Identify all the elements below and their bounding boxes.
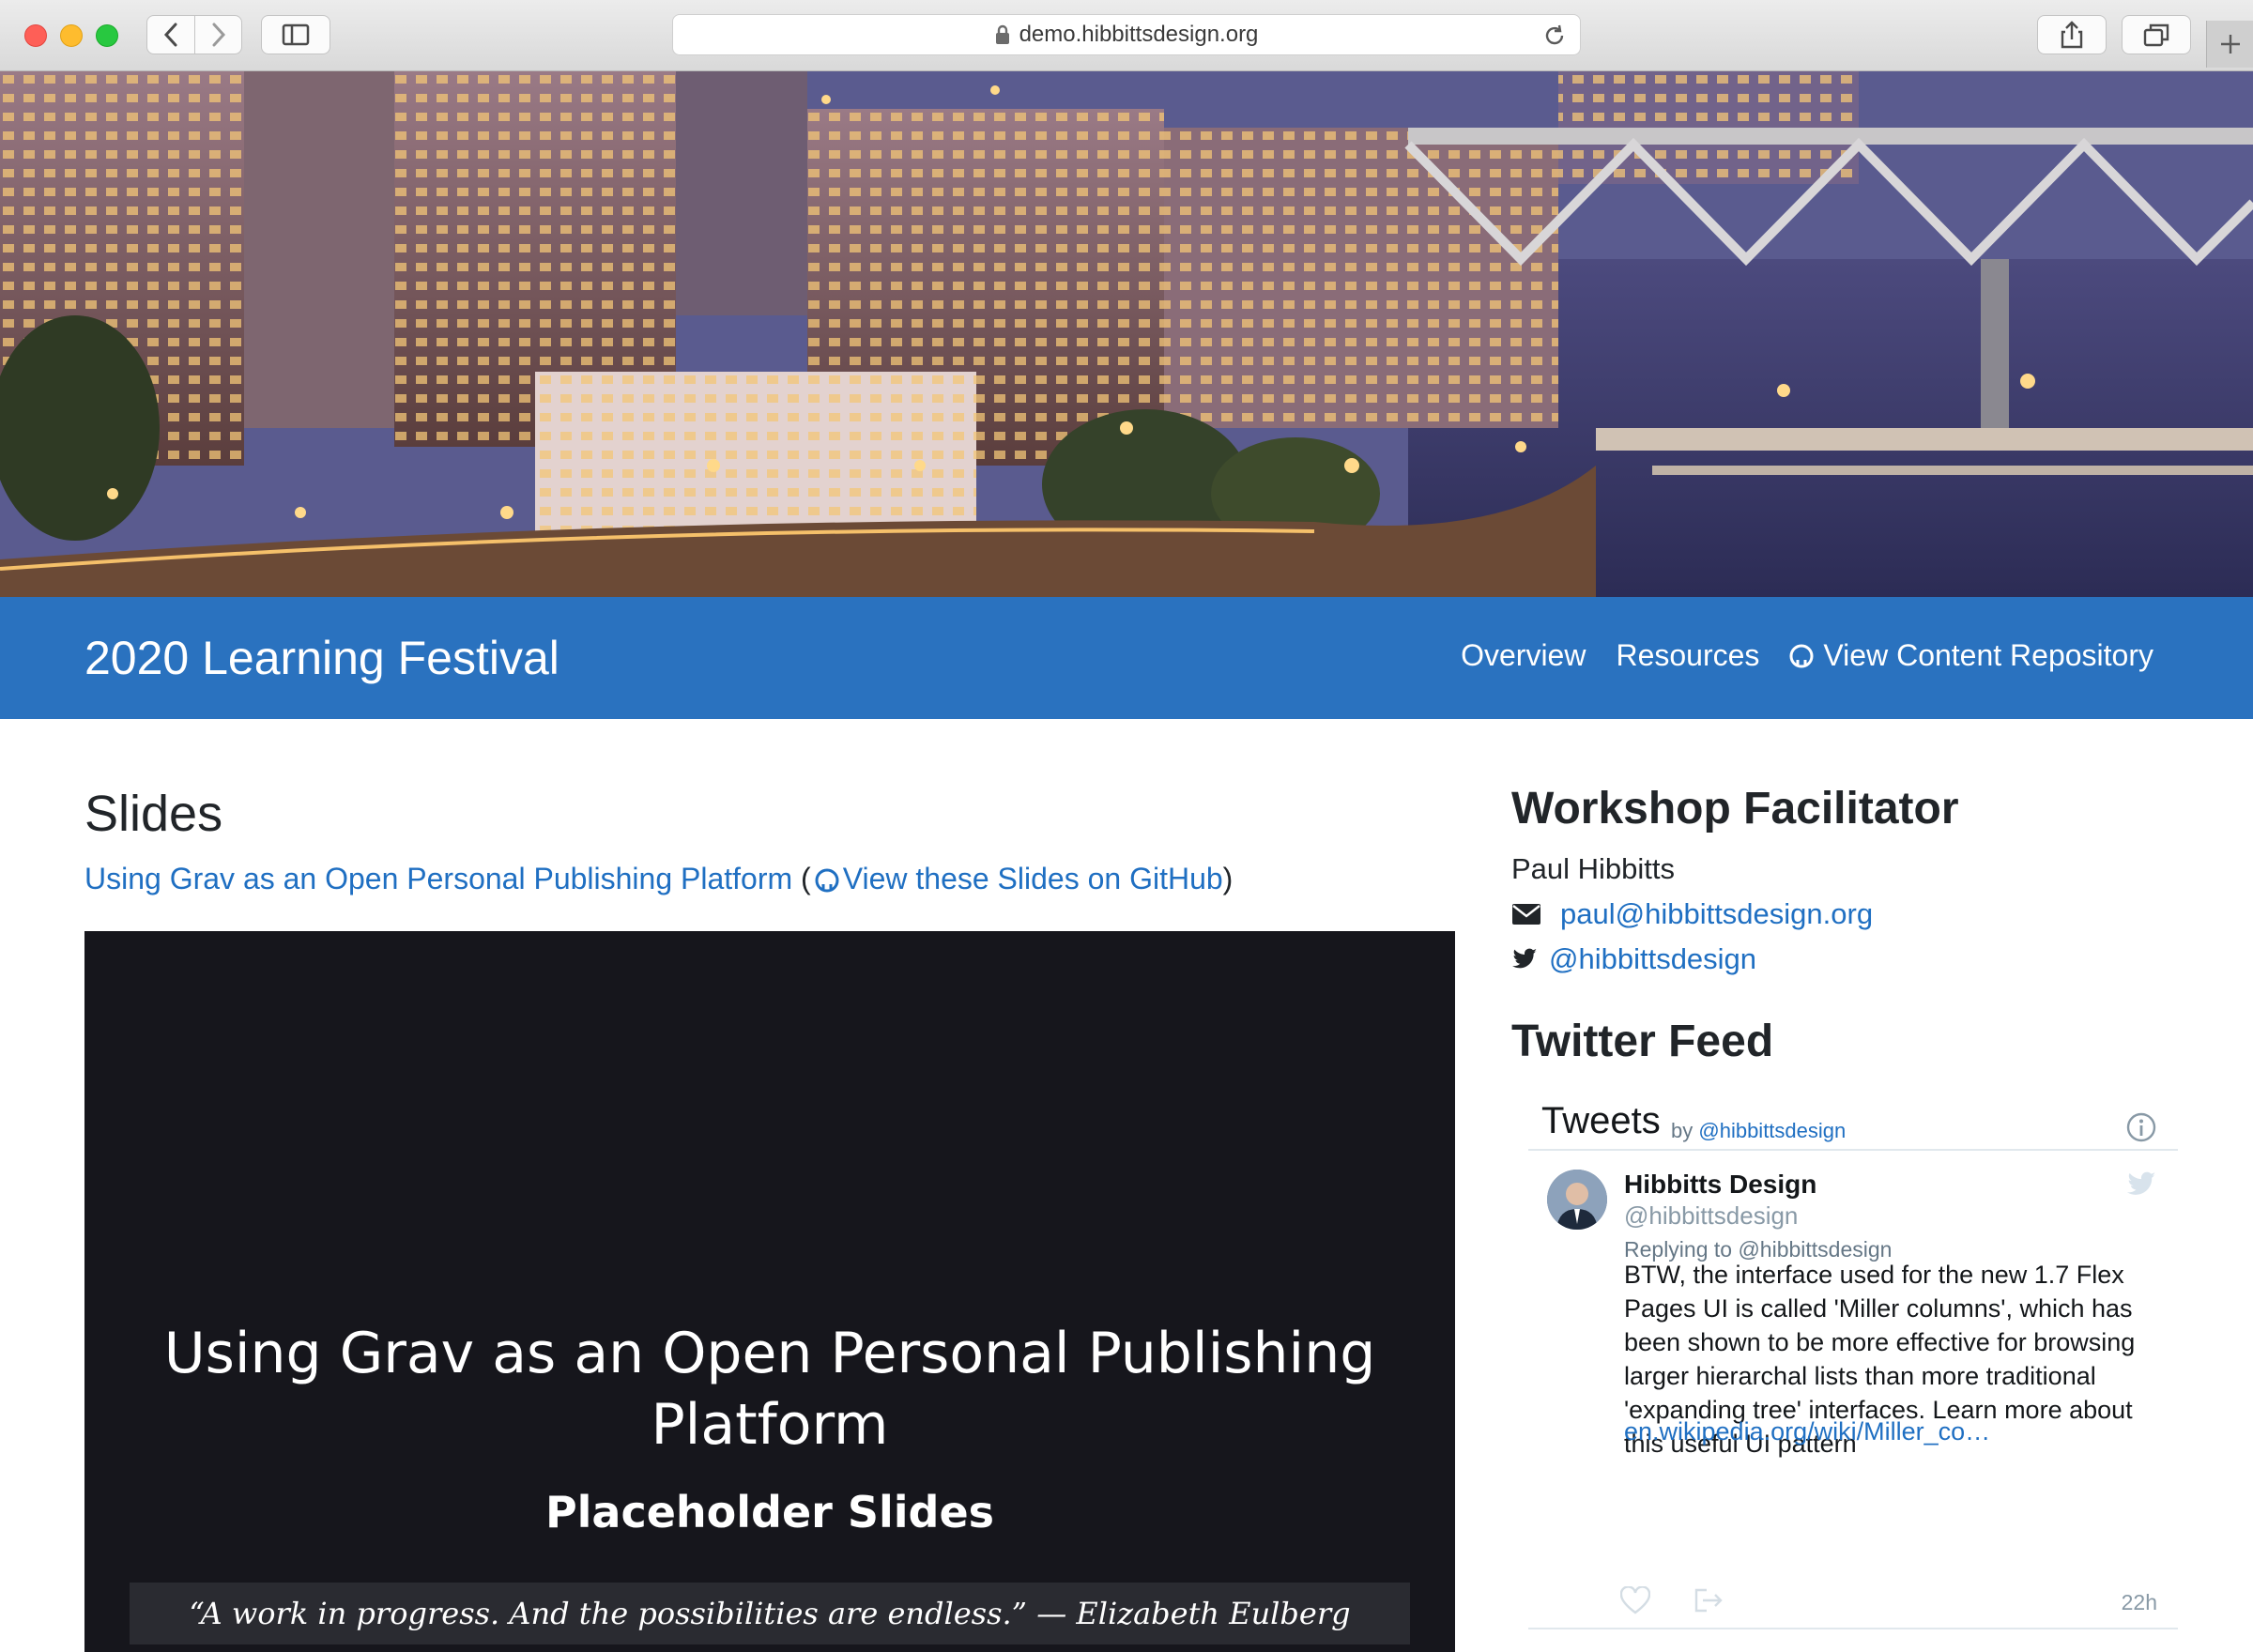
tabs-icon xyxy=(2143,23,2169,47)
github-icon xyxy=(815,868,839,893)
slide-subtitle: Placeholder Slides xyxy=(544,1487,995,1537)
back-button[interactable] xyxy=(147,16,194,54)
lock-icon xyxy=(995,24,1009,44)
twitter-widget-header: Tweets by @hibbittsdesign xyxy=(1528,1098,2178,1151)
plus-icon xyxy=(2220,35,2240,54)
paren-open: ( xyxy=(801,862,811,895)
chevron-left-icon xyxy=(163,23,177,47)
avatar[interactable] xyxy=(1547,1170,1607,1230)
tweets-by-label: by xyxy=(1671,1119,1694,1142)
twitter-feed-heading: Twitter Feed xyxy=(1511,1017,1774,1066)
twitter-bird-icon xyxy=(1512,948,1537,969)
tweet-card[interactable]: Hibbitts Design @hibbittsdesign Replying… xyxy=(1528,1160,2178,1458)
tweet-handle[interactable]: @hibbittsdesign xyxy=(1624,1201,1798,1231)
avatar-photo xyxy=(1547,1170,1607,1230)
facilitator-email-row: paul@hibbittsdesign.org xyxy=(1511,897,1873,931)
slide-title: Using Grav as an Open Personal Publishin… xyxy=(163,1321,1376,1458)
tweet-actions: 22h xyxy=(1528,1573,2178,1629)
reload-icon[interactable] xyxy=(1542,23,1567,48)
tweet-link[interactable]: en.wikipedia.org/wiki/Miller_co… xyxy=(1624,1417,1990,1446)
close-window-button[interactable] xyxy=(24,24,47,47)
minimize-window-button[interactable] xyxy=(60,24,83,47)
site-navbar: 2020 Learning Festival Overview Resource… xyxy=(0,597,2253,719)
slides-embed[interactable]: Using Grav as an Open Personal Publishin… xyxy=(84,931,1455,1652)
hero-banner-image xyxy=(0,71,2253,597)
tweet-timestamp[interactable]: 22h xyxy=(2122,1590,2157,1615)
new-tab-button[interactable] xyxy=(2206,21,2253,68)
facilitator-twitter-row: @hibbittsdesign xyxy=(1511,942,1756,976)
nav-resources[interactable]: Resources xyxy=(1616,638,1759,673)
tweets-title: Tweets xyxy=(1541,1100,1661,1141)
forward-button[interactable] xyxy=(194,16,241,54)
share-icon xyxy=(2061,21,2083,49)
show-tabs-button[interactable] xyxy=(2122,15,2191,54)
slides-main-link[interactable]: Using Grav as an Open Personal Publishin… xyxy=(84,862,792,895)
nav-view-content-repository[interactable]: View Content Repository xyxy=(1789,638,2153,673)
browser-toolbar: demo.hibbittsdesign.org xyxy=(0,0,2253,71)
history-nav-group xyxy=(146,15,242,54)
heart-icon[interactable] xyxy=(1620,1586,1650,1614)
twitter-logo-icon[interactable] xyxy=(2125,1171,2157,1198)
facilitator-heading: Workshop Facilitator xyxy=(1511,784,1959,834)
site-nav: Overview Resources View Content Reposito… xyxy=(1461,638,2153,673)
sidebar-icon xyxy=(282,23,310,46)
slides-links: Using Grav as an Open Personal Publishin… xyxy=(84,862,1233,896)
github-icon xyxy=(1789,644,1814,667)
tweets-by: by @hibbittsdesign xyxy=(1671,1119,1846,1143)
envelope-icon xyxy=(1512,904,1540,925)
facilitator-twitter-link[interactable]: @hibbittsdesign xyxy=(1549,942,1756,976)
info-icon[interactable] xyxy=(2125,1111,2157,1143)
share-icon[interactable] xyxy=(1694,1586,1724,1614)
github-slides-link[interactable]: View these Slides on GitHub xyxy=(843,862,1223,895)
share-button[interactable] xyxy=(2037,15,2107,54)
facilitator-email-link[interactable]: paul@hibbittsdesign.org xyxy=(1560,897,1873,931)
address-bar[interactable]: demo.hibbittsdesign.org xyxy=(672,14,1581,55)
paren-close: ) xyxy=(1222,862,1234,895)
site-brand[interactable]: 2020 Learning Festival xyxy=(84,631,559,685)
tweets-by-handle[interactable]: @hibbittsdesign xyxy=(1698,1119,1846,1142)
slides-heading: Slides xyxy=(84,786,223,842)
chevron-right-icon xyxy=(212,23,225,47)
nav-repo-label: View Content Repository xyxy=(1823,638,2153,672)
zoom-window-button[interactable] xyxy=(96,24,118,47)
tweet-author[interactable]: Hibbitts Design xyxy=(1624,1170,1816,1200)
sidebar-toggle-button[interactable] xyxy=(261,15,330,54)
nav-overview[interactable]: Overview xyxy=(1461,638,1586,673)
slide-quote: “A work in progress. And the possibiliti… xyxy=(130,1583,1410,1644)
url-text: demo.hibbittsdesign.org xyxy=(1019,22,1259,47)
facilitator-name: Paul Hibbitts xyxy=(1511,852,1676,885)
